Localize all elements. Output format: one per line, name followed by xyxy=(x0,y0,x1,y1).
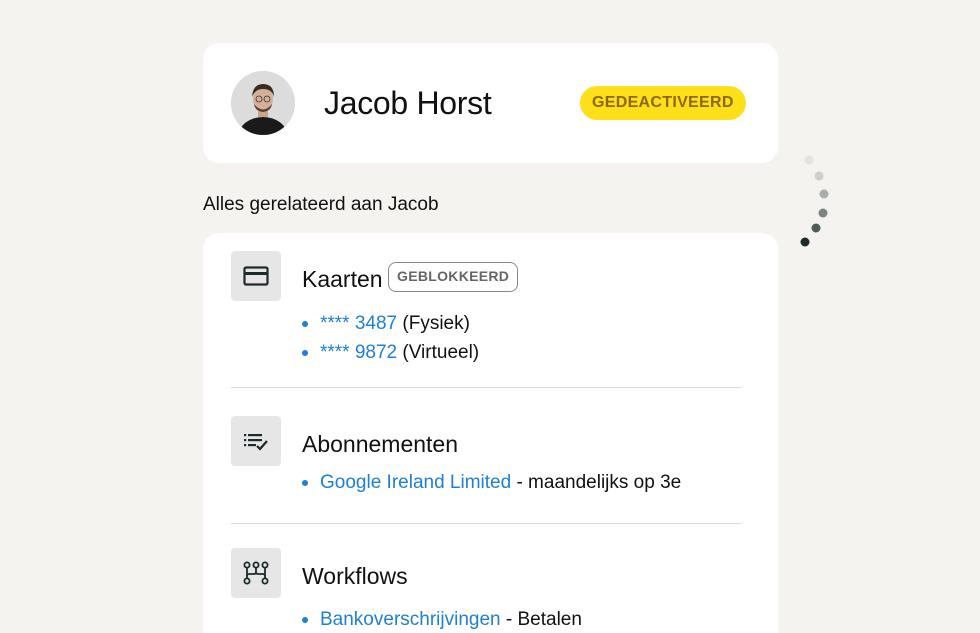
workflow-icon xyxy=(231,548,281,598)
card-type: (Fysiek) xyxy=(397,313,470,334)
related-items-card: Kaarten GEBLOKKEERD **** 3487 (Fysiek) *… xyxy=(203,233,778,633)
workflow-category: - Betalen xyxy=(500,609,582,630)
divider xyxy=(231,523,741,524)
card-type: (Virtueel) xyxy=(397,342,480,363)
list-item: **** 9872 (Virtueel) xyxy=(302,338,479,367)
status-badge: GEDEACTIVEERD xyxy=(580,86,746,120)
cards-list: **** 3487 (Fysiek) **** 9872 (Virtueel) xyxy=(302,309,479,367)
list-item: Bankoverschrijvingen - Betalen xyxy=(302,605,582,633)
loading-spinner-icon xyxy=(800,155,829,247)
checklist-icon xyxy=(231,416,281,466)
cards-title: Kaarten xyxy=(302,266,383,292)
avatar xyxy=(231,71,295,135)
user-name: Jacob Horst xyxy=(324,85,492,121)
profile-card: Jacob Horst GEDEACTIVEERD xyxy=(203,43,778,163)
merchant-link[interactable]: Google Ireland Limited xyxy=(320,472,511,493)
subscription-frequency: - maandelijks op 3e xyxy=(511,472,682,493)
blocked-badge: GEBLOKKEERD xyxy=(388,262,519,292)
subscriptions-list: Google Ireland Limited - maandelijks op … xyxy=(302,468,681,497)
card-link[interactable]: **** 3487 xyxy=(320,313,397,334)
card-link[interactable]: **** 9872 xyxy=(320,342,397,363)
section-heading: Alles gerelateerd aan Jacob xyxy=(203,194,439,215)
workflows-list: Bankoverschrijvingen - Betalen xyxy=(302,605,582,633)
subscriptions-title: Abonnementen xyxy=(302,431,459,457)
person-photo-icon xyxy=(231,71,295,135)
list-item: Google Ireland Limited - maandelijks op … xyxy=(302,468,681,497)
workflow-link[interactable]: Bankoverschrijvingen xyxy=(320,609,501,630)
list-item: **** 3487 (Fysiek) xyxy=(302,309,479,338)
divider xyxy=(231,387,741,388)
credit-card-icon xyxy=(231,251,281,301)
workflows-title: Workflows xyxy=(302,563,408,589)
